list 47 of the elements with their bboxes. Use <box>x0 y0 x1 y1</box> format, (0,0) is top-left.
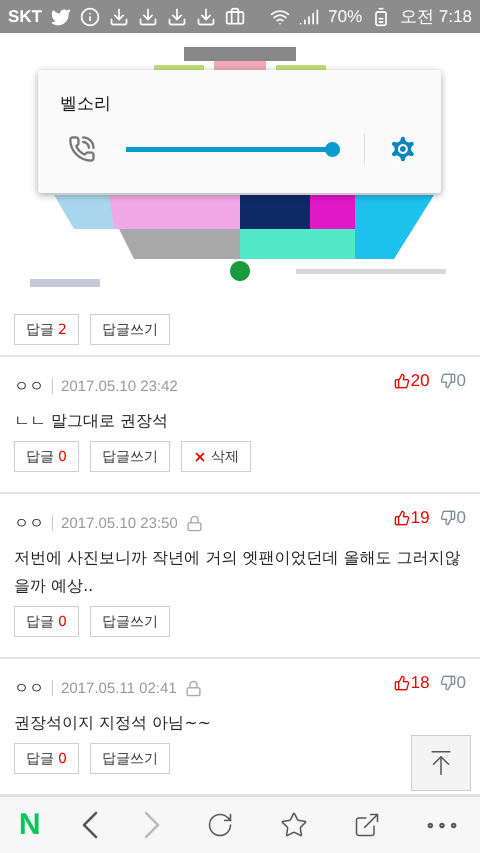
info-icon <box>80 6 100 26</box>
close-icon <box>192 450 207 464</box>
reply-button[interactable]: 답글 2 <box>14 314 79 345</box>
delete-button[interactable]: 삭제 <box>180 441 251 472</box>
more-icon <box>427 822 458 828</box>
write-reply-button[interactable]: 답글쓰기 <box>90 314 170 345</box>
comment-text: 권장석이지 지정석 아님~~ <box>14 712 212 734</box>
thumbs-up-icon <box>394 675 410 691</box>
download-icon <box>109 6 129 26</box>
briefcase-icon <box>225 6 245 26</box>
dialog-title: 벨소리 <box>60 93 112 115</box>
share-icon <box>353 811 382 839</box>
reply-button[interactable]: 답글 0 <box>14 606 79 637</box>
comment-date: 2017.05.10 23:42 <box>61 378 178 394</box>
download-icon <box>167 6 187 26</box>
back-icon <box>82 811 98 839</box>
battery-percent: 70% <box>328 6 362 26</box>
author-name: ㅇㅇ <box>14 678 44 698</box>
carrier-label: SKT <box>8 6 42 26</box>
clock: 오전 7:18 <box>400 6 472 28</box>
scroll-top-button[interactable] <box>411 735 471 791</box>
comment-date: 2017.05.10 23:50 <box>61 514 178 532</box>
download-icon <box>138 6 158 26</box>
comment-date: 2017.05.11 02:41 <box>61 680 177 696</box>
phone-icon <box>68 135 96 163</box>
thumbs-up-icon <box>394 373 410 389</box>
reply-button[interactable]: 답글 0 <box>14 441 79 472</box>
star-icon <box>280 811 308 839</box>
bird-icon <box>51 6 71 26</box>
thumbs-down-icon <box>440 373 456 389</box>
thumbs-up-icon <box>394 510 410 526</box>
reply-button[interactable]: 답글 0 <box>14 743 79 774</box>
signal-icon <box>299 6 320 26</box>
write-reply-button[interactable]: 답글쓰기 <box>90 743 170 774</box>
like-count[interactable]: 18 <box>394 673 430 693</box>
write-reply-button[interactable]: 답글쓰기 <box>90 606 170 637</box>
thumbs-down-icon <box>440 675 456 691</box>
comment-text: 저번에 사진보니까 작년에 거의 엣팬이었던데 올해도 그러지않을까 예상.. <box>14 547 462 597</box>
author-name: ㅇㅇ <box>14 514 44 532</box>
like-count[interactable]: 19 <box>394 508 430 528</box>
forward-icon <box>144 811 160 839</box>
like-count[interactable]: 20 <box>394 371 430 391</box>
comment-text: ㄴㄴ 말그대로 권장석 <box>14 410 170 432</box>
author-name: ㅇㅇ <box>14 376 44 396</box>
write-reply-button[interactable]: 답글쓰기 <box>90 441 170 472</box>
thumbs-down-icon <box>440 510 456 526</box>
download-icon <box>196 6 216 26</box>
